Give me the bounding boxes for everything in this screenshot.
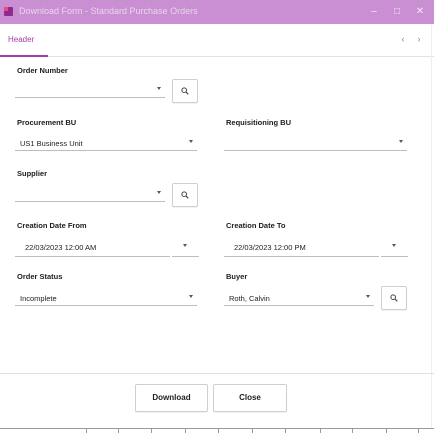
search-icon: [390, 294, 398, 302]
search-icon: [181, 87, 189, 95]
chevron-down-icon: [183, 244, 187, 247]
minimize-icon[interactable]: –: [366, 4, 382, 20]
order-number-label: Order Number: [17, 66, 68, 75]
download-button[interactable]: Download: [135, 384, 208, 412]
creation-date-to-picker[interactable]: [381, 237, 408, 257]
divider: [151, 429, 152, 433]
chevron-down-icon[interactable]: [189, 140, 193, 143]
window-edge: [431, 24, 432, 428]
buyer-field[interactable]: Roth, Calvin: [224, 291, 374, 306]
chevron-down-icon[interactable]: [366, 295, 370, 298]
maximize-icon[interactable]: □: [389, 4, 405, 20]
chevron-right-icon[interactable]: ›: [414, 33, 424, 45]
creation-date-to-value: 22/03/2023 12:00 PM: [234, 243, 306, 252]
divider: [418, 429, 419, 433]
creation-date-from-value: 22/03/2023 12:00 AM: [25, 243, 97, 252]
title-bar: Download Form - Standard Purchase Orders…: [0, 0, 434, 24]
creation-date-from-label: Creation Date From: [17, 221, 87, 230]
chevron-down-icon[interactable]: [189, 295, 193, 298]
order-status-value: Incomplete: [20, 294, 57, 303]
supplier-field[interactable]: [15, 187, 165, 202]
order-number-field[interactable]: [15, 83, 165, 98]
tab-header[interactable]: Header: [0, 24, 48, 57]
divider: [118, 429, 119, 433]
footer-divider: [0, 373, 434, 374]
chevron-down-icon[interactable]: [399, 140, 403, 143]
buyer-label: Buyer: [226, 272, 248, 281]
creation-date-from-field[interactable]: 22/03/2023 12:00 AM: [15, 239, 170, 257]
requisitioning-bu-label: Requisitioning BU: [226, 118, 291, 127]
app-icon: [4, 7, 13, 16]
background-window-edge: [0, 428, 434, 434]
order-status-label: Order Status: [17, 272, 63, 281]
procurement-bu-value: US1 Business Unit: [20, 139, 83, 148]
requisitioning-bu-select[interactable]: [224, 136, 407, 151]
divider: [352, 429, 353, 433]
order-number-search-button[interactable]: [172, 79, 198, 103]
chevron-down-icon[interactable]: [157, 87, 161, 90]
divider: [218, 429, 219, 433]
search-icon: [181, 191, 189, 199]
buyer-value: Roth, Calvin: [229, 294, 270, 303]
tab-bar: Header ‹ ›: [0, 24, 434, 57]
divider: [285, 429, 286, 433]
close-button[interactable]: Close: [213, 384, 287, 412]
supplier-label: Supplier: [17, 169, 48, 178]
supplier-search-button[interactable]: [172, 183, 198, 207]
divider: [386, 429, 387, 433]
divider: [185, 429, 186, 433]
chevron-down-icon: [392, 244, 396, 247]
creation-date-to-field[interactable]: 22/03/2023 12:00 PM: [224, 239, 379, 257]
chevron-down-icon[interactable]: [157, 191, 161, 194]
window-title: Download Form - Standard Purchase Orders: [19, 6, 198, 16]
divider: [86, 429, 87, 433]
chevron-left-icon[interactable]: ‹: [398, 33, 408, 45]
divider: [320, 429, 321, 433]
creation-date-from-picker[interactable]: [172, 237, 199, 257]
divider: [252, 429, 253, 433]
procurement-bu-label: Procurement BU: [17, 118, 77, 127]
buyer-search-button[interactable]: [381, 286, 407, 310]
procurement-bu-select[interactable]: US1 Business Unit: [15, 136, 197, 151]
close-icon[interactable]: ✕: [412, 4, 428, 20]
creation-date-to-label: Creation Date To: [226, 221, 286, 230]
order-status-select[interactable]: Incomplete: [15, 291, 197, 306]
